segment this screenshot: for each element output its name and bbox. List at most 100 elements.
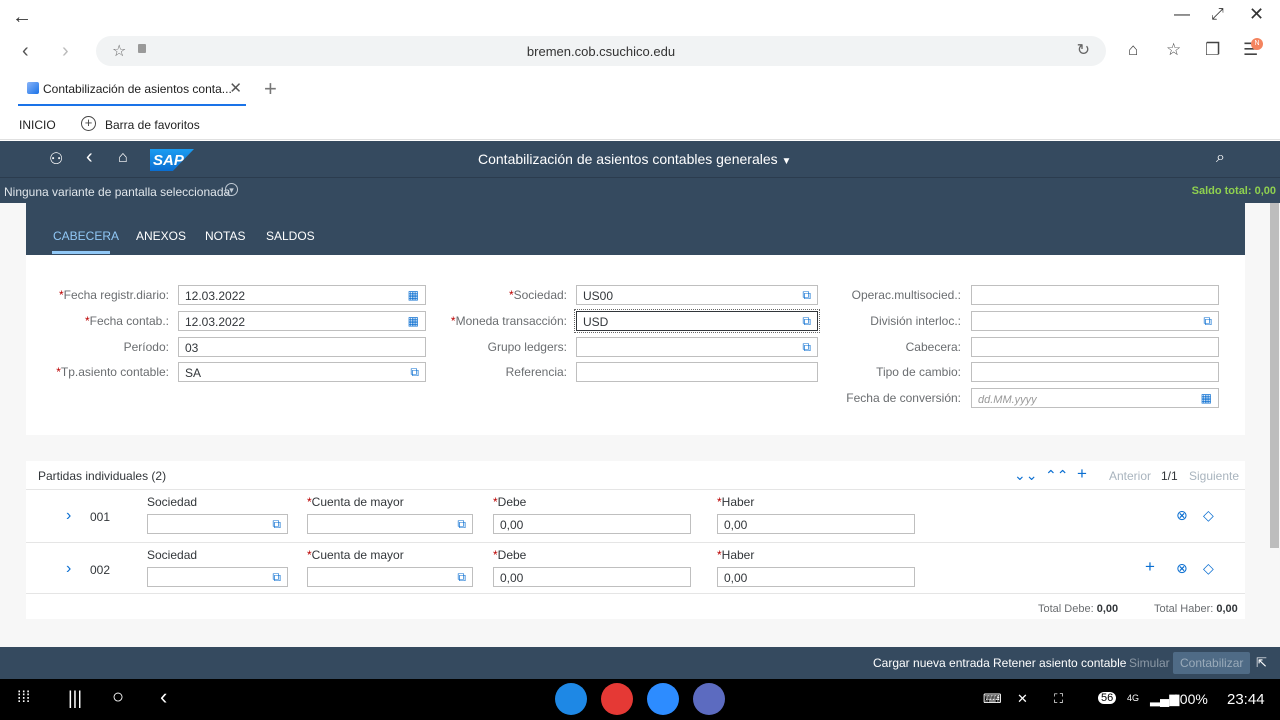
value-help-icon[interactable]: ⧉ bbox=[802, 340, 811, 355]
back-arrow-icon[interactable]: ← bbox=[12, 6, 32, 29]
zoom-app-icon[interactable] bbox=[647, 683, 679, 715]
cabecera-input[interactable] bbox=[971, 337, 1219, 357]
scrollbar[interactable] bbox=[1270, 203, 1279, 548]
chevron-right-icon[interactable]: › bbox=[66, 560, 71, 578]
prev-button[interactable]: Anterior bbox=[1109, 469, 1151, 483]
internet-app-icon[interactable] bbox=[693, 683, 725, 715]
app-title[interactable]: Contabilización de asientos contables ge… bbox=[478, 151, 791, 167]
expand-all-icon[interactable]: ⌄⌄ bbox=[1014, 467, 1037, 484]
tipo-cambio-input[interactable] bbox=[971, 362, 1219, 382]
new-tab-icon[interactable]: + bbox=[264, 76, 277, 102]
division-input[interactable]: ⧉ bbox=[971, 311, 1219, 331]
address-bar[interactable]: ☆ bremen.cob.csuchico.edu ↻ bbox=[96, 36, 1106, 66]
header-form: *Fecha registr.diario: 12.03.2022 ▦ *Fech… bbox=[26, 255, 1245, 435]
keyboard-icon: ⌨ bbox=[983, 691, 1002, 706]
item-debe-input[interactable]: 0,00 bbox=[493, 514, 691, 534]
fecha-contab-label: *Fecha contab.: bbox=[84, 314, 169, 328]
home-circle-icon[interactable]: ○ bbox=[112, 686, 124, 709]
tab-saldos[interactable]: SALDOS bbox=[266, 229, 315, 243]
shell-home-icon[interactable]: ⌂ bbox=[118, 149, 128, 167]
sap-logo[interactable]: SAP bbox=[150, 149, 194, 171]
minimize-icon[interactable]: — bbox=[1174, 6, 1190, 24]
simular-button[interactable]: Simular bbox=[1129, 656, 1170, 670]
tab-anexos[interactable]: ANEXOS bbox=[136, 229, 186, 243]
value-help-icon[interactable]: ⧉ bbox=[1203, 314, 1212, 329]
url-text[interactable]: bremen.cob.csuchico.edu bbox=[96, 44, 1106, 59]
add-item-icon[interactable]: + bbox=[1077, 464, 1087, 484]
android-back-icon[interactable]: ‹ bbox=[160, 684, 167, 710]
search-icon[interactable]: ⌕ bbox=[1216, 149, 1225, 167]
moneda-input[interactable]: USD ⧉ bbox=[574, 309, 820, 333]
calendar-icon[interactable]: ▦ bbox=[1201, 391, 1212, 405]
fecha-registr-input[interactable]: 12.03.2022 ▦ bbox=[178, 285, 426, 305]
value-help-icon[interactable]: ⧉ bbox=[272, 570, 281, 585]
share-icon[interactable]: ⇱ bbox=[1256, 655, 1267, 671]
value-help-icon[interactable]: ⧉ bbox=[410, 365, 419, 380]
bookmarks-bar: INICIO + Barra de favoritos bbox=[0, 108, 1280, 140]
haber-col-label: *Haber bbox=[717, 548, 755, 562]
android-nav-bar: ⁞⁞⁞ ||| ○ ‹ ⌨ ✕ ⛶ 56 4G ▂▄▆ 100% 23:44 bbox=[0, 679, 1280, 720]
tabs-icon[interactable]: ❐ bbox=[1205, 40, 1220, 60]
add-bookmark-icon[interactable]: + bbox=[81, 116, 96, 131]
reload-icon[interactable]: ↻ bbox=[1077, 40, 1090, 60]
operac-multi-input[interactable] bbox=[971, 285, 1219, 305]
tp-asiento-input[interactable]: SA ⧉ bbox=[178, 362, 426, 382]
cargar-nueva-entrada-button[interactable]: Cargar nueva entrada bbox=[873, 656, 990, 670]
shell-back-icon[interactable]: ‹ bbox=[86, 146, 93, 169]
back-icon[interactable]: ‹ bbox=[22, 40, 29, 63]
delete-row-icon[interactable]: ⊗ bbox=[1176, 560, 1188, 577]
selected-tab-indicator bbox=[52, 251, 110, 254]
recent-apps-icon[interactable]: ||| bbox=[68, 688, 82, 709]
browser-app-icon[interactable] bbox=[555, 683, 587, 715]
collapse-all-icon[interactable]: ⌃⌃ bbox=[1045, 467, 1068, 484]
close-window-icon[interactable]: ✕ bbox=[1249, 4, 1264, 25]
value-help-icon[interactable]: ⧉ bbox=[457, 570, 466, 585]
variant-dropdown-icon[interactable]: ▾ bbox=[225, 183, 238, 196]
row-actions-icon[interactable]: ◇ bbox=[1203, 507, 1214, 524]
calendar-icon[interactable]: ▦ bbox=[408, 288, 419, 302]
tab-cabecera[interactable]: CABECERA bbox=[53, 229, 119, 243]
retener-asiento-button[interactable]: Retener asiento contable bbox=[993, 656, 1126, 670]
item-sociedad-input[interactable]: ⧉ bbox=[147, 567, 288, 587]
row-actions-icon[interactable]: ◇ bbox=[1203, 560, 1214, 577]
maximize-icon[interactable]: ⤢ bbox=[1211, 6, 1224, 24]
grupo-ledgers-input[interactable]: ⧉ bbox=[576, 337, 818, 357]
item-sociedad-input[interactable]: ⧉ bbox=[147, 514, 288, 534]
delete-row-icon[interactable]: ⊗ bbox=[1176, 507, 1188, 524]
apps-grid-icon[interactable]: ⁞⁞⁞ bbox=[17, 689, 30, 707]
bookmark-inicio[interactable]: INICIO bbox=[19, 118, 56, 132]
contabilizar-button[interactable]: Contabilizar bbox=[1173, 652, 1251, 674]
fecha-contab-input[interactable]: 12.03.2022 ▦ bbox=[178, 311, 426, 331]
item-haber-input[interactable]: 0,00 bbox=[717, 514, 915, 534]
bookmark-favoritos[interactable]: Barra de favoritos bbox=[105, 118, 200, 132]
value-help-icon[interactable]: ⧉ bbox=[802, 288, 811, 303]
next-button[interactable]: Siguiente bbox=[1189, 469, 1239, 483]
periodo-input[interactable]: 03 bbox=[178, 337, 426, 357]
item-cuenta-input[interactable]: ⧉ bbox=[307, 567, 473, 587]
favorites-star-icon[interactable]: ☆ bbox=[1166, 40, 1181, 60]
referencia-input[interactable] bbox=[576, 362, 818, 382]
value-help-icon[interactable]: ⧉ bbox=[272, 517, 281, 532]
browser-tab[interactable]: Contabilización de asientos conta... ✕ bbox=[18, 72, 246, 106]
variant-label[interactable]: Ninguna variante de pantalla seleccionad… bbox=[4, 185, 230, 199]
mail-app-icon[interactable] bbox=[601, 683, 633, 715]
close-tab-icon[interactable]: ✕ bbox=[229, 79, 242, 97]
cabecera-label: Cabecera: bbox=[905, 340, 961, 354]
tab-notas[interactable]: NOTAS bbox=[205, 229, 245, 243]
user-icon[interactable]: ⚇ bbox=[49, 149, 63, 169]
variant-bar: Ninguna variante de pantalla seleccionad… bbox=[0, 177, 1280, 203]
value-help-icon[interactable]: ⧉ bbox=[457, 517, 466, 532]
item-haber-input[interactable]: 0,00 bbox=[717, 567, 915, 587]
sociedad-input[interactable]: US00 ⧉ bbox=[576, 285, 818, 305]
fecha-conv-input[interactable]: dd.MM.yyyy ▦ bbox=[971, 388, 1219, 408]
chevron-right-icon[interactable]: › bbox=[66, 507, 71, 525]
add-row-icon[interactable]: + bbox=[1145, 557, 1155, 577]
forward-icon[interactable]: › bbox=[62, 40, 69, 63]
value-help-icon[interactable]: ⧉ bbox=[802, 314, 811, 329]
division-label: División interloc.: bbox=[870, 314, 961, 328]
calendar-icon[interactable]: ▦ bbox=[408, 314, 419, 328]
item-cuenta-input[interactable]: ⧉ bbox=[307, 514, 473, 534]
home-icon[interactable]: ⌂ bbox=[1128, 40, 1138, 60]
total-debe: Total Debe: 0,00 bbox=[1038, 603, 1119, 615]
item-debe-input[interactable]: 0,00 bbox=[493, 567, 691, 587]
